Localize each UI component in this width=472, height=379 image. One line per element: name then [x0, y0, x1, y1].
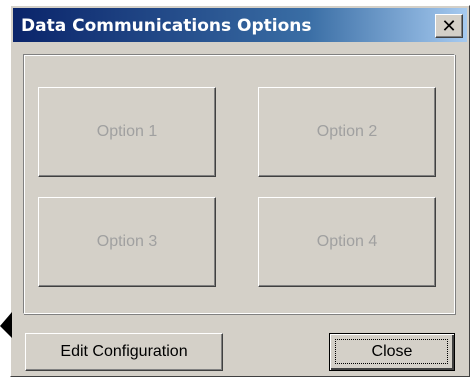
data-communications-dialog: Data Communications Options ✕ Option 1 O…	[10, 5, 470, 377]
option-2-button[interactable]: Option 2	[258, 87, 436, 177]
option-4-button[interactable]: Option 4	[258, 197, 436, 287]
arrow-cursor-icon	[0, 312, 12, 338]
close-button-label: Close	[371, 343, 413, 360]
title-bar[interactable]: Data Communications Options ✕	[13, 8, 467, 42]
option-3-button[interactable]: Option 3	[38, 197, 216, 287]
close-window-button[interactable]: ✕	[435, 14, 463, 38]
option-1-button[interactable]: Option 1	[38, 87, 216, 177]
close-button[interactable]: Close	[329, 333, 455, 371]
close-icon: ✕	[441, 15, 457, 37]
edit-configuration-button[interactable]: Edit Configuration	[25, 333, 223, 371]
window-title: Data Communications Options	[21, 16, 312, 36]
options-group-box: Option 1 Option 2 Option 3 Option 4	[23, 54, 455, 314]
